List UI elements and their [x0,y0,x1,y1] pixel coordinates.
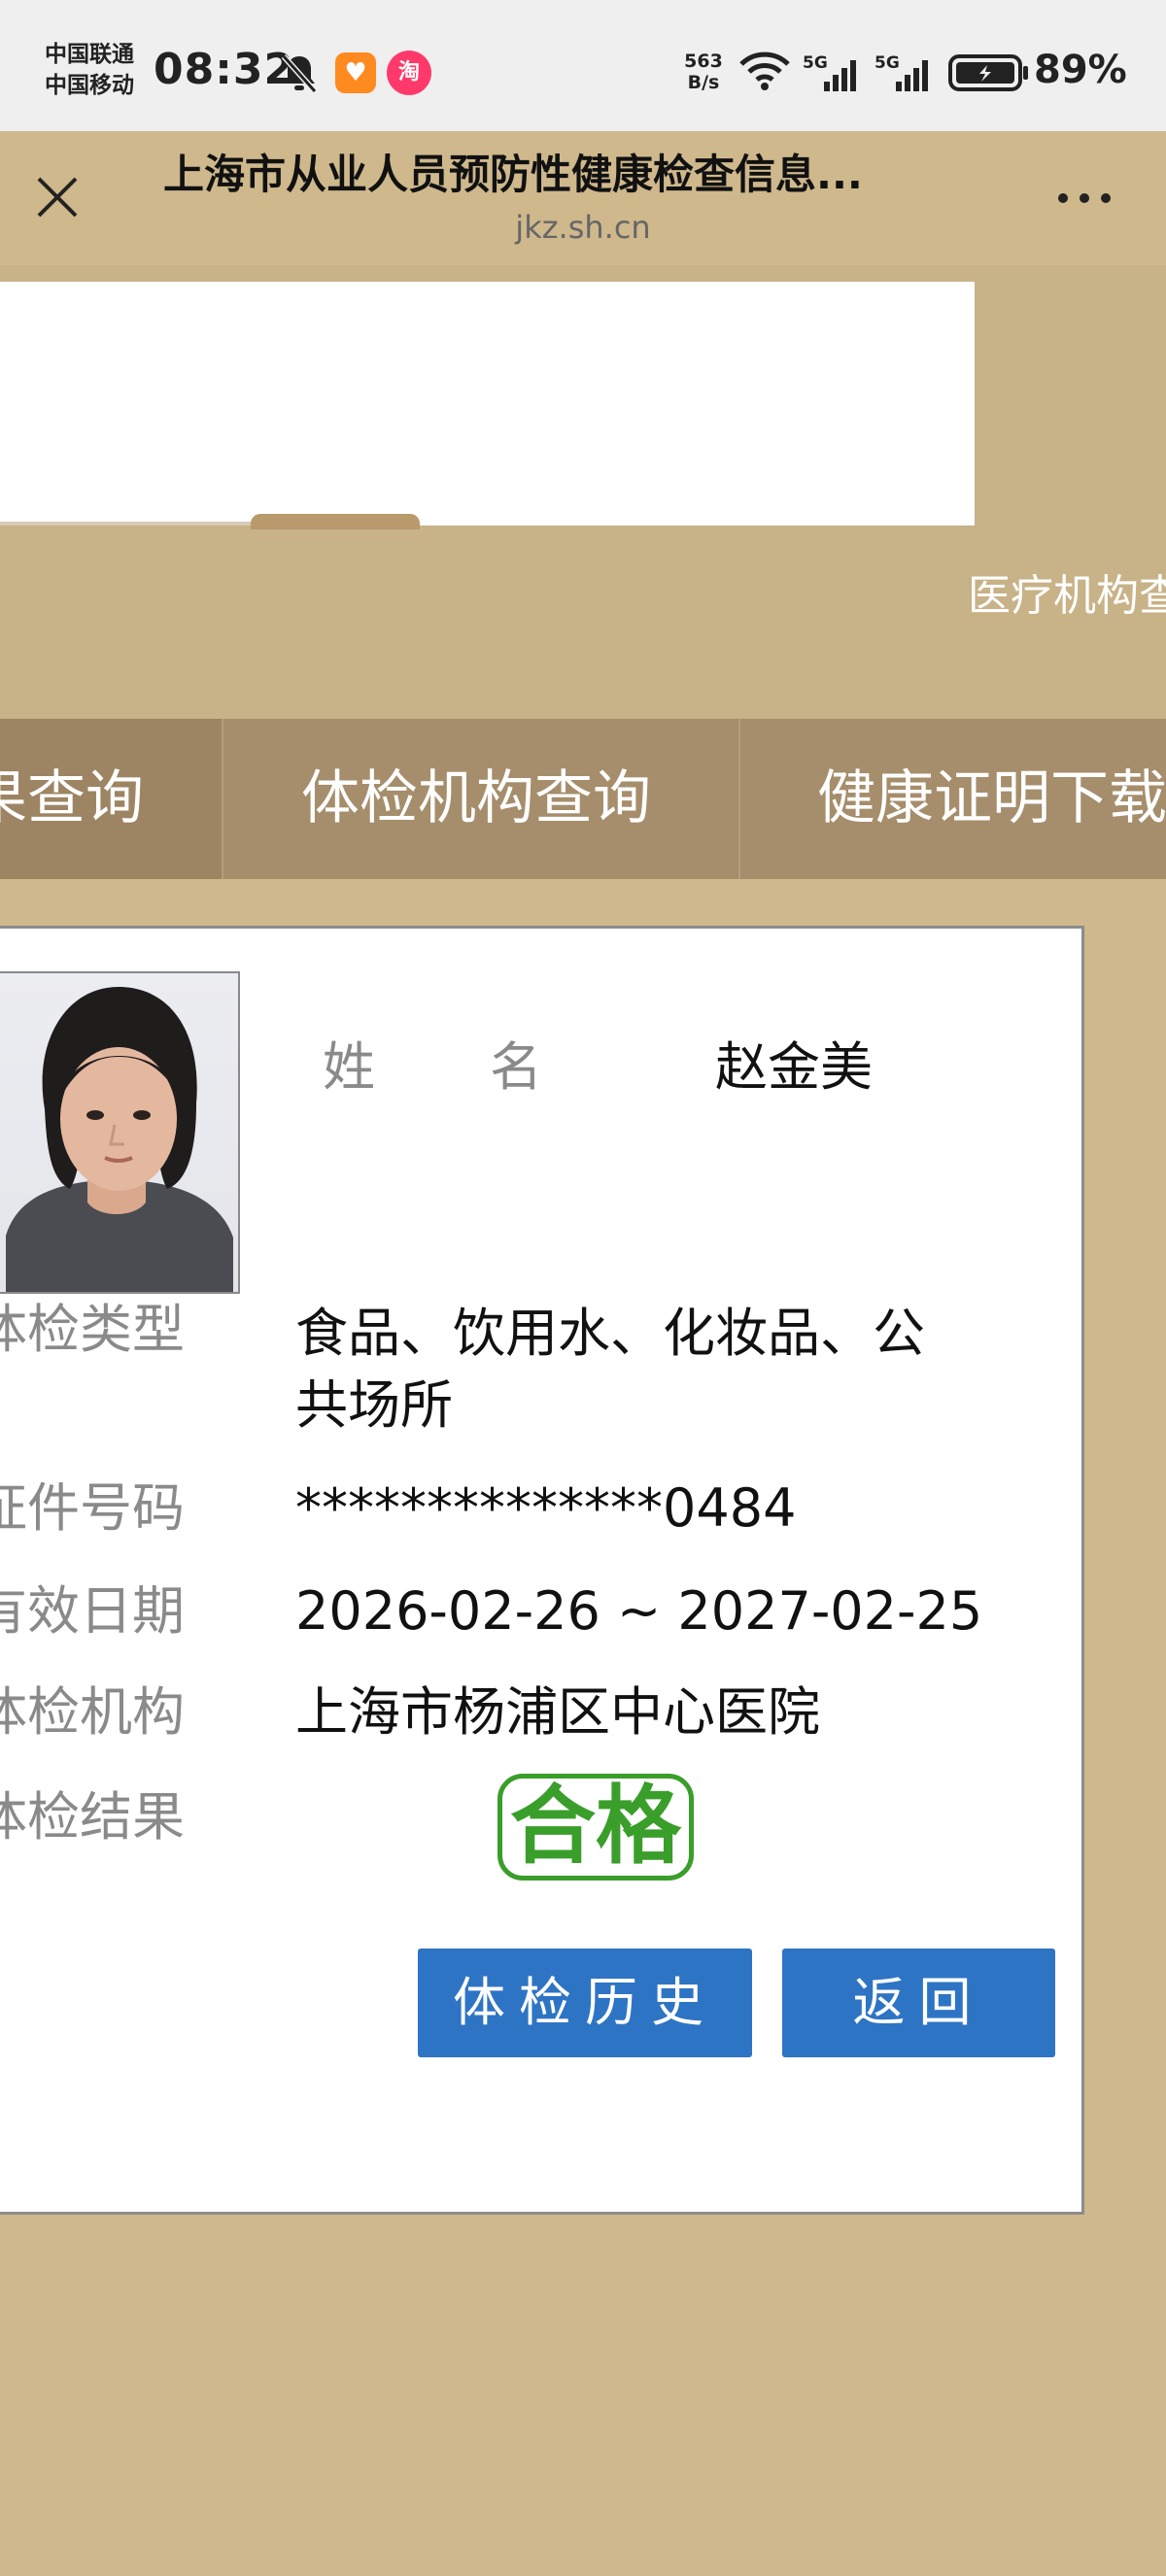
valid-date-value: 2026-02-26 ~ 2027-02-25 [295,1580,983,1642]
banner-underline [0,522,251,525]
status-bar: 中国联通 中国移动 08:32 ♥ 淘 563 B/s 5G 5G 89% [0,0,1166,131]
signal-icon: 5G [803,53,856,91]
carrier-2: 中国移动 [45,73,134,98]
id-number-label: 证件号码 [0,1477,185,1539]
page-title: 上海市从业人员预防性健康检查信息... [163,151,863,198]
nav-item-certificate-download[interactable]: 健康证明下载 [741,719,1166,879]
nav-item-result-query[interactable]: 结果查询 [0,719,222,879]
taobao-badge-text: 淘 [397,60,420,85]
app-notification-icon: ♥ [335,52,376,93]
clock: 08:32 [154,45,295,94]
valid-date-label: 有效日期 [0,1580,185,1642]
exam-history-button[interactable]: 体检历史 [418,1949,752,2057]
more-options-icon[interactable] [1055,190,1114,206]
avatar [0,971,240,1294]
marquee-notice: 医疗机构查询 [968,571,1166,621]
result-stamp: 合格 [497,1774,694,1881]
nav-item-label: 体检机构查询 [301,764,651,832]
nav-item-institution-query[interactable]: 体检机构查询 [223,719,738,879]
wifi-icon [739,51,790,90]
exam-institution-value: 上海市杨浦区中心医院 [295,1681,820,1743]
banner-tab [251,514,420,529]
name-label-1: 姓 [323,1036,375,1098]
exam-institution-label: 体检机构 [0,1681,185,1743]
net-speed: 563 B/s [680,51,727,93]
id-number-value: **************0484 [295,1477,797,1539]
page-url: jkz.sh.cn [515,209,651,246]
battery-percentage: 89% [1034,48,1127,92]
back-button[interactable]: 返回 [782,1949,1055,2057]
signal-2-label: 5G [874,53,900,73]
nav-bar: 结果查询 体检机构查询 健康证明下载 [0,719,1166,879]
exam-result-label: 体检结果 [0,1786,185,1847]
bell-off-icon [281,54,318,93]
nav-item-label: 结果查询 [0,764,144,832]
banner-panel [0,282,975,525]
taobao-icon: 淘 [387,51,431,95]
net-speed-value: 563 [684,51,723,72]
carrier-info: 中国联通 中国移动 [45,39,134,101]
signal-1-label: 5G [803,53,828,73]
nav-divider [738,719,740,879]
battery-icon [948,54,1028,91]
carrier-1: 中国联通 [45,42,134,67]
health-check-card: 姓 名 赵金美 体检类型 食品、饮用水、化妆品、公共场所 证件号码 ******… [0,926,1084,2215]
signal-icon: 5G [874,53,928,91]
name-value: 赵金美 [715,1036,873,1098]
name-label-2: 名 [490,1036,542,1098]
person-photo-icon [6,987,233,1292]
exam-type-label: 体检类型 [0,1299,185,1360]
nav-item-label: 健康证明下载 [817,764,1166,832]
net-speed-unit: B/s [687,72,720,93]
exam-type-value: 食品、饮用水、化妆品、公共场所 [295,1303,925,1436]
